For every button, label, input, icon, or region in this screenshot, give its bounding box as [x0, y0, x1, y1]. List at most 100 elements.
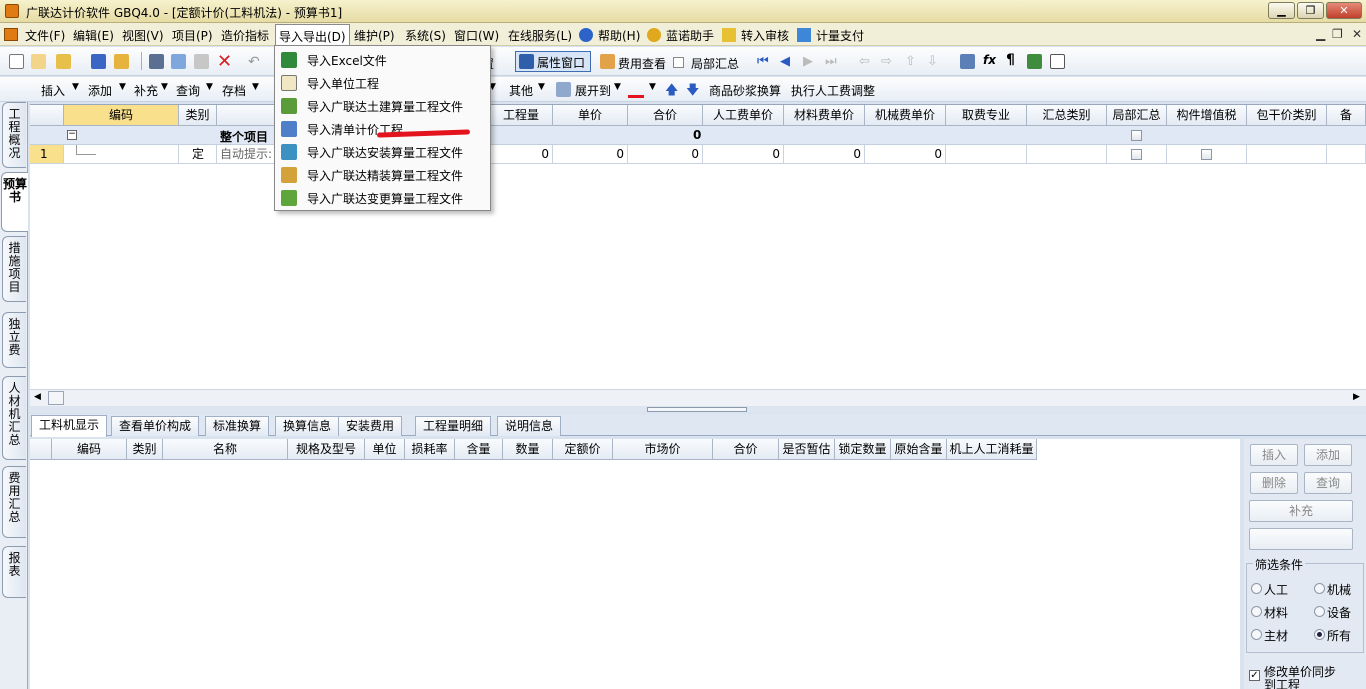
menu-transfer-audit[interactable]: 转入审核 — [741, 27, 789, 44]
menu-window[interactable]: 窗口(W) — [454, 27, 499, 44]
filter-main-material-label[interactable]: 主材 — [1264, 627, 1288, 644]
save-archive-button[interactable]: 存档 — [222, 82, 246, 99]
tab-budget-book[interactable]: 预算书 — [1, 172, 28, 232]
delete-icon[interactable]: ✕ — [217, 51, 232, 72]
menu-item-import-install[interactable]: 导入广联达安装算量工程文件 — [279, 140, 487, 163]
paste-icon[interactable] — [194, 54, 209, 69]
chevron-down-icon[interactable]: ▼ — [72, 82, 79, 92]
menu-item-import-excel[interactable]: 导入Excel文件 — [279, 48, 487, 71]
collapse-toggle[interactable]: − — [67, 130, 77, 140]
menu-file[interactable]: 文件(F) — [25, 27, 65, 44]
menu-online[interactable]: 在线服务(L) — [508, 27, 572, 44]
restore-button[interactable]: ❐ — [1297, 2, 1324, 19]
menu-item-import-change[interactable]: 导入广联达变更算量工程文件 — [279, 186, 487, 209]
group-row[interactable]: − 整个项目 0 — [30, 126, 1366, 145]
move-right-icon[interactable]: ⇨ — [881, 54, 892, 69]
filter-material-radio[interactable] — [1251, 606, 1262, 617]
tab-independent-fee[interactable]: 独立费 — [2, 312, 26, 368]
row-local-sum-cell[interactable] — [1107, 145, 1167, 164]
move-up-icon[interactable]: ⇧ — [905, 54, 916, 69]
new-project-icon[interactable] — [31, 54, 46, 69]
col-header-local-sum[interactable]: 局部汇总 — [1107, 105, 1167, 126]
menu-cost-index[interactable]: 造价指标 — [221, 27, 269, 44]
blank-button[interactable] — [1249, 528, 1353, 550]
copy-icon[interactable] — [171, 54, 186, 69]
bcol-spec[interactable]: 规格及型号 — [288, 439, 365, 460]
col-header-quantity[interactable]: 工程量 — [490, 105, 553, 126]
tab-unit-price-breakdown[interactable]: 查看单价构成 — [111, 416, 200, 436]
filter-machine-radio[interactable] — [1314, 583, 1325, 594]
menu-item-import-bill[interactable]: 导入清单计价工程 — [279, 117, 487, 140]
row-labor-cell[interactable]: 0 — [703, 145, 784, 164]
tab-install-fee[interactable]: 安装费用 — [338, 416, 403, 436]
menu-import-export[interactable]: 导入导出(D) — [275, 24, 350, 45]
col-header-vat[interactable]: 构件增值税 — [1167, 105, 1247, 126]
row-type-cell[interactable]: 定 — [179, 145, 217, 164]
fill-color-icon[interactable] — [628, 82, 644, 98]
bcol-lock-qty[interactable]: 锁定数量 — [835, 439, 891, 460]
chevron-down-icon[interactable]: ▼ — [119, 82, 126, 92]
col-header-type[interactable]: 类别 — [179, 105, 217, 126]
row-vat-checkbox[interactable] — [1201, 149, 1212, 160]
col-header-fee-spec[interactable]: 取费专业 — [946, 105, 1027, 126]
filter-all-label[interactable]: 所有 — [1327, 627, 1351, 644]
tab-fee-summary[interactable]: 费用汇总 — [2, 466, 26, 538]
cut-icon[interactable] — [149, 54, 164, 69]
tab-description[interactable]: 说明信息 — [497, 416, 562, 436]
menu-item-import-decoration[interactable]: 导入广联达精装算量工程文件 — [279, 163, 487, 186]
insert-button[interactable]: 插入 — [1250, 444, 1298, 466]
scroll-thumb[interactable] — [48, 391, 64, 405]
chevron-down-icon[interactable]: ▼ — [252, 82, 259, 92]
menu-assistant[interactable]: 蓝诺助手 — [666, 27, 714, 44]
splitter[interactable] — [30, 406, 1366, 413]
row-code-cell[interactable] — [64, 145, 179, 164]
menu-measure-pay[interactable]: 计量支付 — [816, 27, 864, 44]
delete-button[interactable]: 删除 — [1250, 472, 1298, 494]
chevron-down-icon[interactable]: ▼ — [161, 82, 168, 92]
row-machine-cell[interactable]: 0 — [865, 145, 946, 164]
labor-adjust-button[interactable]: 执行人工费调整 — [791, 82, 875, 99]
filter-equipment-radio[interactable] — [1314, 606, 1325, 617]
filter-labor-label[interactable]: 人工 — [1264, 581, 1288, 598]
filter-machine-label[interactable]: 机械 — [1327, 581, 1351, 598]
col-header-lump-sum[interactable]: 包干价类别 — [1247, 105, 1327, 126]
menu-view[interactable]: 视图(V) — [122, 27, 164, 44]
mortar-convert-button[interactable]: 商品砂浆换算 — [709, 82, 781, 99]
calculator-icon[interactable] — [960, 54, 975, 69]
chevron-down-icon[interactable]: ▼ — [649, 82, 656, 92]
query-button[interactable]: 查询 — [1304, 472, 1352, 494]
undo-icon[interactable]: ↶ — [248, 54, 260, 70]
col-header-material[interactable]: 材料费单价 — [784, 105, 865, 126]
row-total-cell[interactable]: 0 — [628, 145, 703, 164]
bcol-original-content[interactable]: 原始含量 — [891, 439, 947, 460]
arrow-up-icon[interactable]: 🡅 — [665, 81, 678, 103]
add-button[interactable]: 添加 — [88, 82, 112, 99]
arrow-down-icon[interactable]: 🡇 — [686, 81, 699, 103]
fx-icon[interactable]: fx — [983, 53, 996, 67]
chevron-down-icon[interactable]: ▼ — [206, 82, 213, 92]
col-header-code[interactable]: 编码 — [64, 105, 179, 126]
col-header-machine[interactable]: 机械费单价 — [865, 105, 946, 126]
move-left-icon[interactable]: ⇦ — [859, 54, 870, 69]
chevron-down-icon[interactable]: ▼ — [614, 82, 621, 92]
mdi-close[interactable]: ✕ — [1352, 27, 1362, 41]
tab-labor-material-summary[interactable]: 人材机汇总 — [2, 376, 26, 460]
menu-project[interactable]: 项目(P) — [172, 27, 213, 44]
filter-equipment-label[interactable]: 设备 — [1327, 604, 1351, 621]
sync-checkbox[interactable]: ✓ — [1249, 670, 1260, 681]
bcol-amount[interactable]: 数量 — [503, 439, 553, 460]
splitter-handle[interactable] — [647, 407, 747, 412]
prev-icon[interactable]: ◀ — [780, 54, 790, 69]
filter-all-radio[interactable] — [1314, 629, 1325, 640]
cube-icon[interactable] — [1027, 54, 1042, 69]
last-icon[interactable]: ⏭ — [825, 54, 837, 69]
bcol-provisional[interactable]: 是否暂估 — [779, 439, 835, 460]
bcol-content[interactable]: 含量 — [455, 439, 503, 460]
row-local-sum-checkbox[interactable] — [1131, 149, 1142, 160]
list-icon[interactable] — [1050, 54, 1065, 69]
tab-report[interactable]: 报表 — [2, 546, 26, 598]
minimize-button[interactable]: ▁ — [1268, 2, 1295, 19]
bcol-total[interactable]: 合价 — [713, 439, 779, 460]
mdi-restore[interactable]: ❐ — [1332, 27, 1343, 41]
add-button[interactable]: 添加 — [1304, 444, 1352, 466]
